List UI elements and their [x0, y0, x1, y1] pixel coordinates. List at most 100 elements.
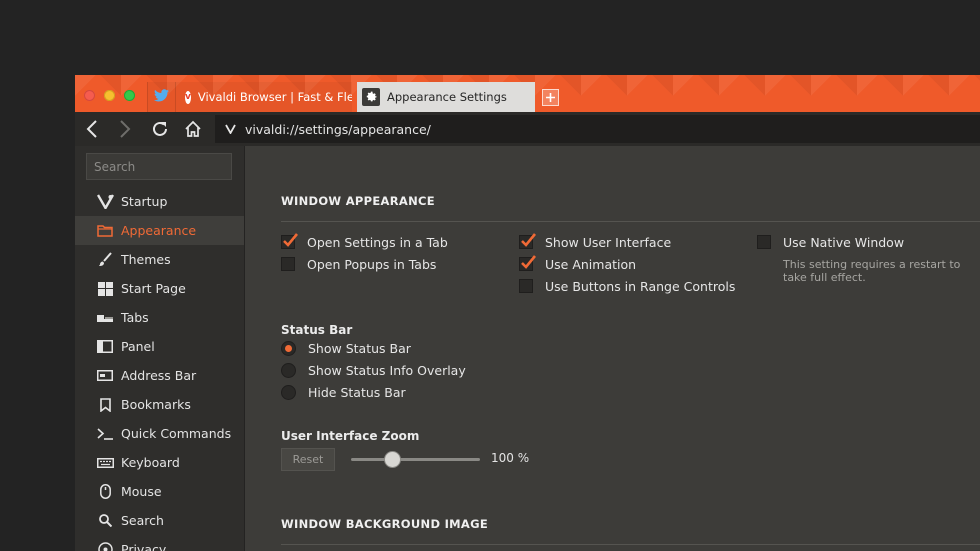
sidebar-item-bookmarks[interactable]: Bookmarks [75, 390, 244, 419]
tab-title: Vivaldi Browser | Fast & Flexib [197, 90, 352, 104]
zoom-value: 100 % [491, 451, 530, 465]
close-window-button[interactable] [84, 90, 95, 101]
browser-window: v Vivaldi Browser | Fast & Flexib Appear… [75, 75, 980, 551]
radio-button[interactable] [281, 340, 296, 356]
checkbox-box[interactable] [281, 257, 295, 271]
radio-show-status-bar[interactable]: Show Status Bar [281, 339, 411, 357]
vivaldi-icon: v [185, 90, 191, 104]
status-bar-title: Status Bar [281, 323, 353, 337]
address-bar: vivaldi://settings/appearance/ [75, 112, 980, 146]
checkbox-use-buttons-in-range-controls[interactable]: Use Buttons in Range Controls [519, 277, 735, 295]
checkbox-label: Open Settings in a Tab [307, 234, 448, 250]
tab-title: Appearance Settings [387, 90, 507, 104]
url-input[interactable]: vivaldi://settings/appearance/ [215, 115, 980, 143]
ui-zoom-title: User Interface Zoom [281, 429, 420, 443]
tab-vivaldi[interactable]: v Vivaldi Browser | Fast & Flexib [176, 82, 352, 112]
sidebar-item-label: Address Bar [121, 368, 197, 383]
sidebar-item-keyboard[interactable]: Keyboard [75, 448, 244, 477]
checkbox-box[interactable] [281, 233, 299, 249]
checkmark-icon [521, 233, 537, 247]
settings-search-input[interactable]: Search [86, 153, 232, 180]
keyboard-icon [95, 457, 115, 468]
checkbox-show-user-interface[interactable]: Show User Interface [519, 233, 671, 251]
sidebar-item-label: Tabs [121, 310, 149, 325]
checkbox-box[interactable] [757, 235, 771, 249]
checkbox-box[interactable] [519, 255, 537, 271]
checkbox-open-popups-in-tabs[interactable]: Open Popups in Tabs [281, 255, 436, 273]
terminal-icon [95, 427, 115, 440]
checkbox-box[interactable] [519, 279, 533, 293]
checkbox-label: Use Animation [545, 256, 637, 272]
twitter-icon [154, 89, 169, 105]
zoom-slider-thumb[interactable] [383, 451, 401, 468]
radio-label: Hide Status Bar [308, 384, 406, 400]
checkbox-open-settings-in-tab[interactable]: Open Settings in a Tab [281, 233, 448, 251]
sidebar-item-appearance[interactable]: Appearance [75, 216, 244, 245]
checkbox-use-animation[interactable]: Use Animation [519, 255, 636, 273]
address-bar-icon [95, 370, 115, 381]
back-arrow-icon [86, 120, 97, 138]
checkbox-label: Use Native Window [783, 234, 905, 250]
reload-icon [153, 121, 167, 136]
reload-button[interactable] [150, 120, 170, 138]
checkbox-use-native-window[interactable]: Use Native Window [757, 233, 904, 251]
sidebar-item-label: Keyboard [121, 455, 180, 470]
vivaldi-badge-icon [220, 124, 240, 134]
section-title-window-appearance: WINDOW APPEARANCE [281, 194, 435, 208]
section-divider [281, 544, 980, 545]
zoom-reset-button[interactable]: Reset [281, 448, 335, 471]
checkbox-box[interactable] [519, 233, 537, 249]
forward-button[interactable] [115, 120, 135, 138]
tab-appearance-settings[interactable]: Appearance Settings [357, 82, 535, 112]
radio-label: Show Status Bar [308, 340, 411, 356]
vivaldi-logo-icon [95, 194, 115, 209]
section-divider [281, 221, 980, 222]
sidebar-item-search[interactable]: Search [75, 506, 244, 535]
zoom-slider-track[interactable] [351, 458, 480, 461]
folder-icon [95, 224, 115, 237]
sidebar-item-themes[interactable]: Themes [75, 245, 244, 274]
checkmark-icon [283, 233, 299, 247]
forward-arrow-icon [120, 120, 131, 138]
bookmark-icon [95, 397, 115, 412]
sidebar-item-start-page[interactable]: Start Page [75, 274, 244, 303]
home-button[interactable] [183, 120, 203, 138]
settings-content: WINDOW APPEARANCE Open Settings in a Tab… [245, 146, 980, 551]
minimize-window-button[interactable] [104, 90, 115, 101]
privacy-icon [95, 542, 115, 551]
plus-icon [546, 93, 555, 102]
sidebar-item-label: Panel [121, 339, 155, 354]
radio-hide-status-bar[interactable]: Hide Status Bar [281, 383, 406, 401]
radio-label: Show Status Info Overlay [308, 362, 466, 378]
back-button[interactable] [82, 120, 102, 138]
checkbox-label: Use Buttons in Range Controls [545, 278, 736, 294]
sidebar-item-address-bar[interactable]: Address Bar [75, 361, 244, 390]
radio-selected-dot [285, 344, 292, 352]
radio-show-status-info-overlay[interactable]: Show Status Info Overlay [281, 361, 466, 379]
checkmark-icon [521, 255, 537, 269]
tabs-icon [95, 314, 115, 322]
grid-icon [95, 281, 115, 296]
sidebar-item-panel[interactable]: Panel [75, 332, 244, 361]
sidebar-item-tabs[interactable]: Tabs [75, 303, 244, 332]
tab-twitter[interactable] [147, 82, 176, 112]
gear-icon [362, 88, 380, 106]
sidebar-item-startup[interactable]: Startup [75, 187, 244, 216]
sidebar-item-label: Quick Commands [121, 426, 232, 441]
sidebar-item-privacy[interactable]: Privacy [75, 535, 244, 551]
radio-button[interactable] [281, 362, 296, 378]
maximize-window-button[interactable] [124, 90, 135, 101]
url-text: vivaldi://settings/appearance/ [245, 121, 431, 137]
sidebar-item-label: Mouse [121, 484, 162, 499]
settings-sidebar: Search Startup Appearance Themes Start P… [75, 146, 245, 551]
sidebar-item-quick-commands[interactable]: Quick Commands [75, 419, 244, 448]
mouse-icon [95, 484, 115, 499]
sidebar-item-mouse[interactable]: Mouse [75, 477, 244, 506]
sidebar-item-label: Bookmarks [121, 397, 191, 412]
radio-button[interactable] [281, 384, 296, 400]
checkbox-label: Open Popups in Tabs [307, 256, 437, 272]
sidebar-item-label: Startup [121, 194, 168, 209]
search-icon [95, 514, 115, 527]
section-title-window-background-image: WINDOW BACKGROUND IMAGE [281, 517, 489, 531]
new-tab-button[interactable] [542, 89, 559, 106]
